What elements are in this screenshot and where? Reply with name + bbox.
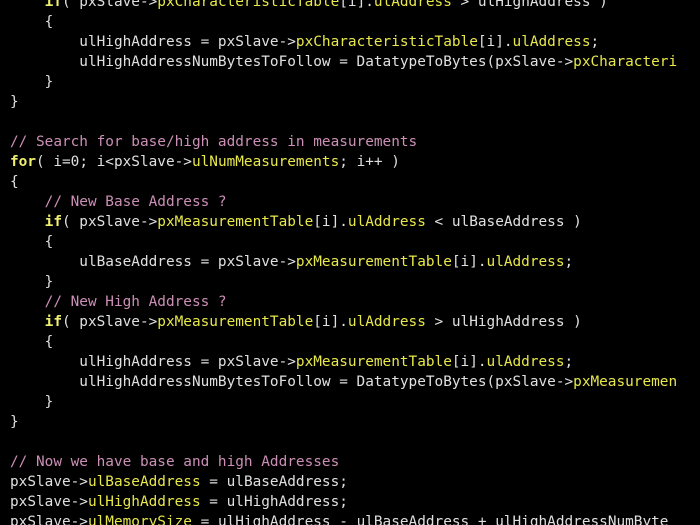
code-line[interactable]: for( i=0; i<pxSlave->ulNumMeasurements; … <box>10 152 400 172</box>
plain-token: { <box>10 14 54 30</box>
plain-token: ulHighAddressNumBytesToFollow = Datatype… <box>10 374 574 390</box>
plain-token: > ulHighAddress ) <box>425 314 582 330</box>
plain-token: ulBaseAddress = pxSlave-> <box>10 254 296 270</box>
code-line[interactable]: { <box>10 172 19 192</box>
plain-token: < ulBaseAddress ) <box>425 214 582 230</box>
code-line[interactable]: } <box>10 412 19 432</box>
member-token: pxMeasurementTable <box>157 314 314 330</box>
plain-token: { <box>10 234 54 250</box>
plain-token: > ulHighAddress ) <box>451 0 608 10</box>
code-line[interactable]: if( pxSlave->pxMeasurementTable[i].ulAdd… <box>10 312 582 332</box>
plain-token: ( pxSlave-> <box>61 214 158 230</box>
member-token: ulNumMeasurements <box>191 154 340 170</box>
plain-token: [i]. <box>451 354 487 370</box>
member-token: pxMeasurementTable <box>295 254 452 270</box>
code-line[interactable]: pxSlave->ulBaseAddress = ulBaseAddress; <box>10 472 348 492</box>
code-line[interactable]: // Search for base/high address in measu… <box>10 132 417 152</box>
code-line[interactable]: { <box>10 12 54 32</box>
plain-token: } <box>10 394 54 410</box>
code-line[interactable]: ulHighAddress = pxSlave->pxMeasurementTa… <box>10 352 573 372</box>
member-token: ulAddress <box>486 254 565 270</box>
plain-token: pxSlave-> <box>10 494 88 510</box>
code-line[interactable]: ulHighAddressNumBytesToFollow = Datatype… <box>10 52 677 72</box>
plain-token: } <box>10 274 54 290</box>
code-line[interactable]: { <box>10 332 54 352</box>
member-token: pxMeasuremen <box>573 374 678 390</box>
code-line[interactable]: // New Base Address ? <box>10 192 227 212</box>
member-token: ulAddress <box>347 214 426 230</box>
comment-token: // Now we have base and high Addresses <box>10 454 340 470</box>
code-line[interactable]: pxSlave->ulHighAddress = ulHighAddress; <box>10 492 348 512</box>
code-line[interactable]: } <box>10 72 54 92</box>
code-line[interactable]: pxSlave->ulMemorySize = ulHighAddress - … <box>10 512 668 525</box>
plain-token: pxSlave-> <box>10 514 88 525</box>
member-token: ulAddress <box>373 0 452 10</box>
plain-token: ( pxSlave-> <box>61 0 158 10</box>
plain-token: ( i=0; i<pxSlave-> <box>36 154 192 170</box>
plain-token: pxSlave-> <box>10 474 88 490</box>
comment-token: // New High Address ? <box>10 294 227 310</box>
member-token: pxCharacteri <box>573 54 678 70</box>
plain-token: [i]. <box>339 0 374 10</box>
plain-token: ulHighAddress = pxSlave-> <box>10 34 296 50</box>
plain-token: = ulBaseAddress; <box>200 474 348 490</box>
member-token: pxMeasurementTable <box>295 354 452 370</box>
plain-token: [i]. <box>477 34 513 50</box>
code-line[interactable]: { <box>10 232 54 252</box>
plain-token: [i]. <box>313 314 348 330</box>
plain-token: [i]. <box>451 254 487 270</box>
member-token: ulAddress <box>512 34 591 50</box>
code-line[interactable]: if( pxSlave->pxCharacteristicTable[i].ul… <box>10 0 608 12</box>
plain-token: ; <box>590 34 600 50</box>
code-editor[interactable]: if( pxSlave->pxCharacteristicTable[i].ul… <box>0 0 700 525</box>
plain-token: ; <box>564 354 574 370</box>
plain-token: { <box>10 174 19 190</box>
plain-token: [i]. <box>313 214 348 230</box>
plain-token: { <box>10 334 54 350</box>
member-token: ulMemorySize <box>87 514 192 525</box>
code-line[interactable]: ulBaseAddress = pxSlave->pxMeasurementTa… <box>10 252 573 272</box>
member-token: ulHighAddress <box>87 494 201 510</box>
plain-token: ( pxSlave-> <box>61 314 158 330</box>
plain-token: ; i++ ) <box>339 154 400 170</box>
member-token: pxCharacteristicTable <box>157 0 340 10</box>
keyword-token: if <box>10 0 62 10</box>
code-line[interactable]: } <box>10 92 19 112</box>
keyword-token: if <box>10 214 62 230</box>
member-token: ulAddress <box>486 354 565 370</box>
plain-token: } <box>10 414 19 430</box>
plain-token: } <box>10 74 54 90</box>
member-token: pxMeasurementTable <box>157 214 314 230</box>
member-token: pxCharacteristicTable <box>295 34 478 50</box>
code-line[interactable]: // New High Address ? <box>10 292 227 312</box>
plain-token: ulHighAddress = pxSlave-> <box>10 354 296 370</box>
code-line[interactable]: ulHighAddress = pxSlave->pxCharacteristi… <box>10 32 599 52</box>
code-line[interactable]: if( pxSlave->pxMeasurementTable[i].ulAdd… <box>10 212 582 232</box>
code-line[interactable]: } <box>10 392 54 412</box>
member-token: ulBaseAddress <box>87 474 201 490</box>
plain-token: } <box>10 94 19 110</box>
plain-token: = ulHighAddress; <box>200 494 348 510</box>
code-line[interactable]: ulHighAddressNumBytesToFollow = Datatype… <box>10 372 677 392</box>
comment-token: // Search for base/high address in measu… <box>10 134 418 150</box>
comment-token: // New Base Address ? <box>10 194 227 210</box>
plain-token: ulHighAddressNumBytesToFollow = Datatype… <box>10 54 574 70</box>
plain-token: ; <box>564 254 574 270</box>
keyword-token: if <box>10 314 62 330</box>
keyword-token: for <box>10 154 36 170</box>
plain-token: = ulHighAddress - ulBaseAddress + ulHigh… <box>191 514 669 525</box>
code-line[interactable]: } <box>10 272 54 292</box>
member-token: ulAddress <box>347 314 426 330</box>
code-line[interactable]: // Now we have base and high Addresses <box>10 452 339 472</box>
